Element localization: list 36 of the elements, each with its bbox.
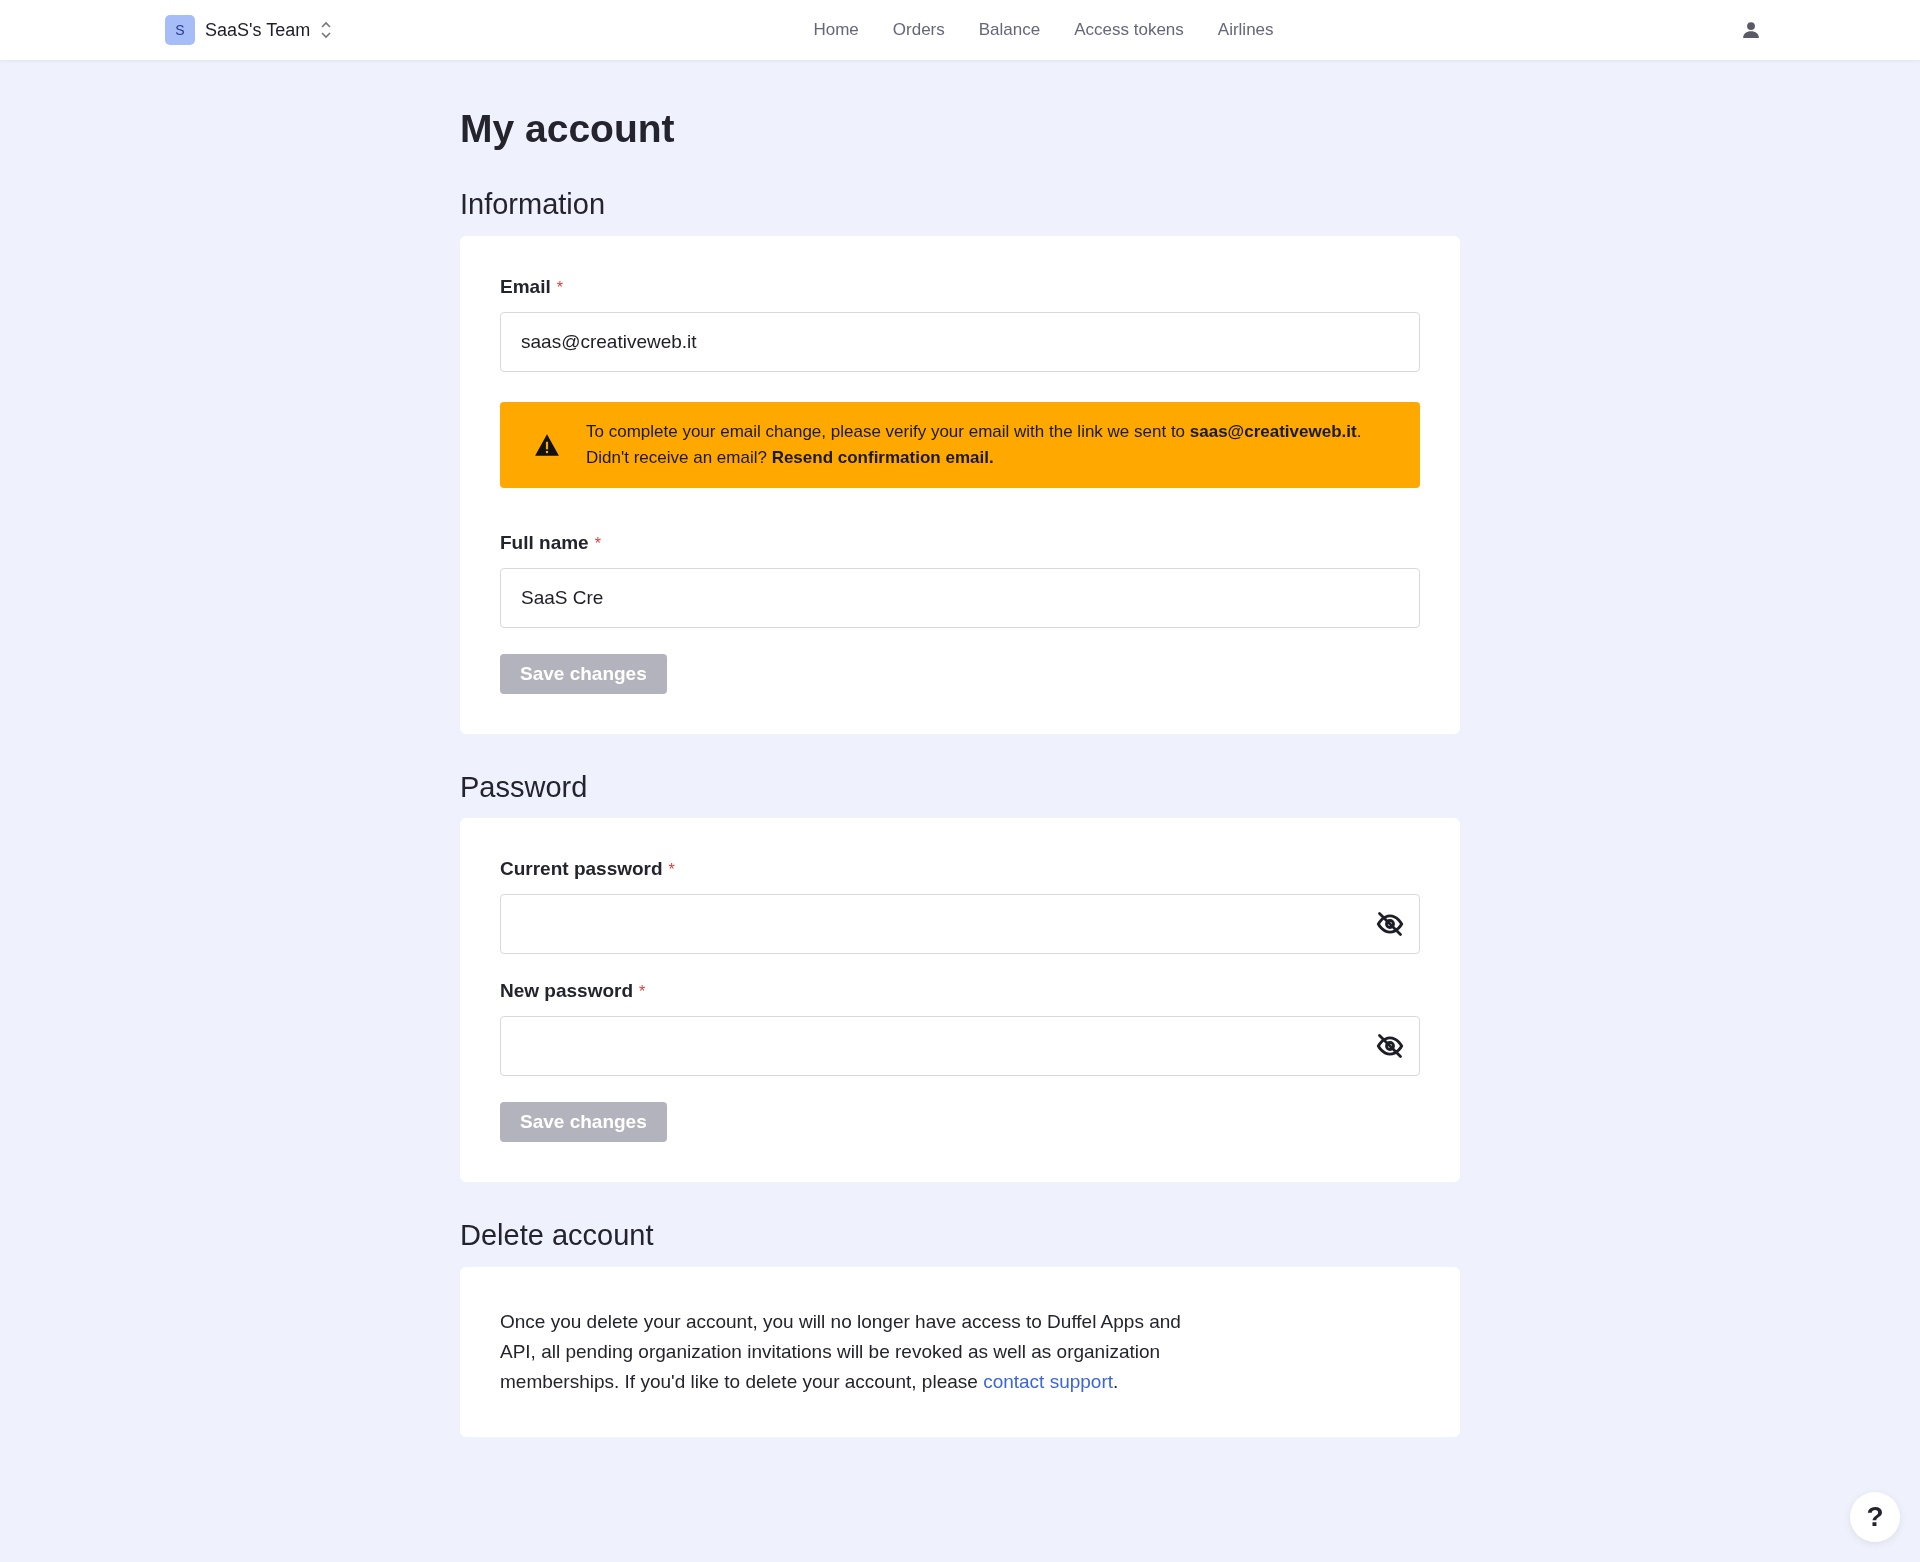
page-title: My account <box>460 108 676 151</box>
required-mark: * <box>668 861 675 879</box>
toggle-visibility-button[interactable] <box>1376 910 1404 939</box>
contact-support-link[interactable]: contact support <box>983 1371 1114 1393</box>
input-field[interactable]: SaaS Cre <box>500 567 1420 628</box>
section-title: Password <box>460 769 589 805</box>
field-label: Email <box>500 275 551 297</box>
team-name[interactable]: SaaS's Team <box>205 19 311 41</box>
nav-link[interactable]: Balance <box>978 20 1041 40</box>
delete-account-text: Once you delete your account, you will no longer have access to Duffel Apps and API, all pending organization invitations will be revoked as well as organization memberships. If you'd like to delete your account, please contact support. <box>500 1310 1182 1395</box>
toggle-visibility-button[interactable] <box>1376 1032 1404 1061</box>
eye-off-icon <box>1376 1032 1404 1061</box>
required-mark: * <box>639 983 646 1001</box>
team-avatar: S <box>165 15 195 45</box>
nav-link[interactable]: Home <box>813 20 859 40</box>
nav-link[interactable]: Airlines <box>1217 20 1274 40</box>
nav-link[interactable]: Access tokens <box>1074 20 1184 40</box>
chevron-up-down-icon[interactable] <box>320 20 333 40</box>
field-label: Full name <box>500 531 589 553</box>
nav-link[interactable]: Orders <box>892 20 945 40</box>
required-mark: * <box>594 534 601 552</box>
warning-icon <box>534 432 560 457</box>
eye-off-icon <box>1376 910 1404 939</box>
help-button[interactable]: ? <box>1850 1492 1900 1542</box>
field-label: Current password <box>500 858 663 880</box>
field-label: New password <box>500 980 634 1002</box>
input-field[interactable] <box>500 894 1420 955</box>
warning-message: Didn't receive an email? <box>586 447 767 467</box>
input-field[interactable] <box>500 1016 1420 1077</box>
user-icon[interactable] <box>1742 21 1760 39</box>
warning-message: To complete your email change, please verify your email with the link we sent to saas@creativeweb.it. <box>586 421 1362 442</box>
section-title: Information <box>460 186 607 222</box>
resend-link[interactable]: Resend confirmation email. <box>771 447 994 467</box>
section-title: Delete account <box>460 1218 655 1254</box>
required-mark: * <box>556 278 563 296</box>
input-field[interactable]: saas@creativeweb.it <box>500 311 1420 372</box>
